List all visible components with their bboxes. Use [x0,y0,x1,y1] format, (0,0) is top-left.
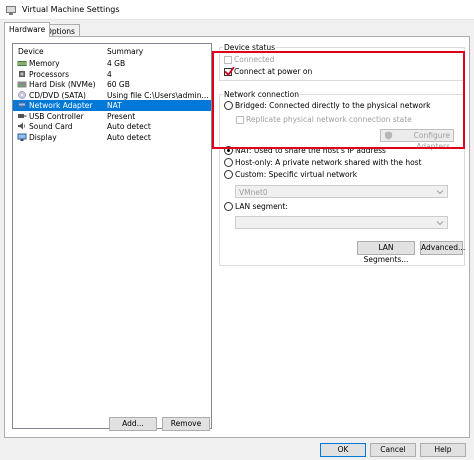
device-list[interactable]: Device Summary Memory 4 GB Processors 4 Hard… [12,43,212,429]
network-connection-group: Network connection Bridged: Connected di… [219,90,465,266]
connected-checkbox[interactable]: Connected [224,55,274,64]
configure-adapters-label: Configure Adapters [413,131,450,151]
bridged-radio[interactable]: Bridged: Connected directly to the physi… [224,101,430,110]
hard-disk-icon [17,81,27,88]
lan-segments-button[interactable]: LAN Segments... [357,241,415,264]
device-row-memory[interactable]: Memory 4 GB [13,58,211,69]
custom-label: Custom: Specific virtual network [235,170,358,179]
lan-segment-radio[interactable]: LAN segment: [224,202,288,211]
cd-dvd-icon [18,90,26,99]
memory-icon [17,61,27,66]
device-summary: Using file C:\Users\admin... [107,90,209,100]
advanced-button[interactable]: Advanced... [420,241,465,255]
host-only-radio[interactable]: Host-only: A private network shared with… [224,158,422,167]
custom-network-dropdown[interactable]: VMnet0 [235,185,448,198]
checkmark-icon [224,66,235,76]
device-summary: 4 GB [107,59,126,68]
device-row-hard-disk-nvme[interactable]: Hard Disk (NVMe) 60 GB [13,79,211,90]
shield-icon [384,131,393,140]
host-only-label: Host-only: A private network shared with… [235,158,422,167]
help-button[interactable]: Help [420,443,466,457]
lan-segment-dropdown[interactable] [235,216,448,229]
vmware-app-icon [6,6,16,15]
connected-label: Connected [234,55,275,64]
device-name: Memory [29,59,60,68]
connect-at-power-on-label: Connect at power on [234,67,313,76]
connect-at-power-on-checkbox[interactable]: Connect at power on [224,66,313,76]
custom-radio[interactable]: Custom: Specific virtual network [224,170,357,179]
processor-icon [19,70,25,77]
device-name: Display [29,132,57,142]
device-row-processors[interactable]: Processors 4 [13,69,211,80]
device-row-usb-controller[interactable]: USB Controller Present [13,111,211,122]
remove-device-button[interactable]: Remove [162,417,210,431]
chevron-down-icon [436,221,444,226]
custom-network-value: VMnet0 [239,188,268,197]
ok-button[interactable]: OK [320,443,366,457]
nat-radio[interactable]: NAT: Used to share the host's IP address [224,146,386,155]
lan-segment-label: LAN segment: [235,202,288,211]
display-icon [17,133,27,141]
device-row-network-adapter[interactable]: Network Adapter NAT [13,100,211,111]
dialog-button-bar: OK Cancel Help [0,438,474,460]
device-status-group: Device status Connected Connect at power… [219,43,465,81]
network-connection-legend: Network connection [223,90,301,99]
device-name: Hard Disk (NVMe) [29,80,96,89]
device-name: Network Adapter [29,101,93,110]
hardware-tab-panel: Device Summary Memory 4 GB Processors 4 Hard… [4,36,470,438]
device-name: CD/DVD (SATA) [29,90,86,100]
device-summary: Auto detect [107,132,151,142]
device-summary: NAT [107,101,122,110]
device-list-header: Device Summary [13,44,211,58]
device-summary: 4 [107,69,112,79]
device-summary: Present [107,111,136,121]
nat-label: NAT: Used to share the host's IP address [235,146,386,155]
device-status-legend: Device status [223,43,277,52]
add-device-button[interactable]: Add... [109,417,157,431]
cancel-button[interactable]: Cancel [370,443,416,457]
replicate-state-label: Replicate physical network connection st… [246,115,412,124]
network-adapter-icon [17,102,27,109]
replicate-state-checkbox[interactable]: Replicate physical network connection st… [236,115,412,124]
summary-column-header[interactable]: Summary [107,47,143,56]
sound-card-icon [18,122,26,130]
device-name: Sound Card [29,122,73,131]
title-bar: Virtual Machine Settings [0,0,474,20]
device-row-sound-card[interactable]: Sound Card Auto detect [13,121,211,132]
tab-hardware[interactable]: Hardware [4,22,51,37]
window-title: Virtual Machine Settings [22,5,120,14]
configure-adapters-button[interactable]: Configure Adapters [380,129,454,151]
device-row-cd-dvd-sata[interactable]: CD/DVD (SATA) Using file C:\Users\admin..… [13,90,211,101]
device-row-display[interactable]: Display Auto detect [13,132,211,143]
device-summary: Auto detect [107,122,151,131]
usb-icon [18,113,27,118]
device-summary: 60 GB [107,80,130,89]
bridged-label: Bridged: Connected directly to the physi… [235,101,431,110]
device-name: USB Controller [29,111,84,121]
chevron-down-icon [436,190,444,195]
device-column-header[interactable]: Device [18,47,44,56]
device-name: Processors [29,69,70,79]
